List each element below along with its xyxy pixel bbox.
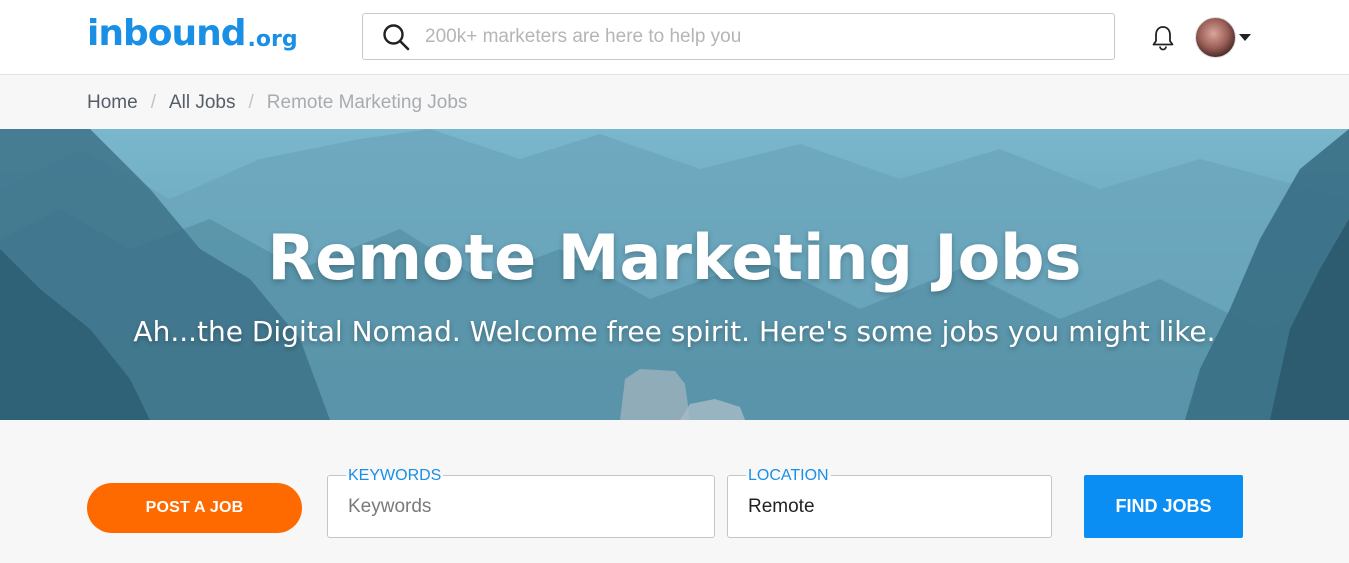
breadcrumb: Home / All Jobs / Remote Marketing Jobs	[0, 76, 1349, 129]
keywords-label: KEYWORDS	[346, 467, 444, 485]
breadcrumb-current: Remote Marketing Jobs	[266, 91, 468, 113]
search-input[interactable]	[425, 16, 1114, 57]
logo-suffix-text: .org	[247, 27, 298, 52]
job-search-filters: POST A JOB KEYWORDS LOCATION FIND JOBS	[0, 420, 1349, 563]
hero-banner: Remote Marketing Jobs Ah...the Digital N…	[0, 129, 1349, 420]
bell-icon[interactable]	[1149, 24, 1177, 52]
keywords-field[interactable]: KEYWORDS	[327, 467, 715, 538]
breadcrumb-home[interactable]: Home	[87, 92, 138, 114]
chevron-down-icon[interactable]	[1239, 34, 1251, 41]
avatar[interactable]	[1195, 17, 1236, 58]
inbound-logo[interactable]: inbound .org	[87, 14, 298, 54]
location-input[interactable]	[748, 490, 1031, 524]
find-jobs-button[interactable]: FIND JOBS	[1084, 475, 1243, 538]
search-bar[interactable]	[362, 13, 1115, 60]
breadcrumb-all-jobs[interactable]: All Jobs	[169, 92, 236, 114]
location-label: LOCATION	[746, 467, 831, 485]
location-field[interactable]: LOCATION	[727, 467, 1052, 538]
breadcrumb-separator: /	[248, 91, 254, 113]
top-navigation-bar: inbound .org	[0, 0, 1349, 75]
page-subtitle: Ah...the Digital Nomad. Welcome free spi…	[133, 315, 1216, 348]
post-job-button[interactable]: POST A JOB	[87, 483, 302, 533]
breadcrumb-separator: /	[150, 91, 156, 113]
search-icon[interactable]	[381, 22, 411, 52]
logo-main-text: inbound	[87, 13, 246, 54]
user-menu[interactable]	[1195, 17, 1251, 58]
keywords-input[interactable]	[348, 490, 694, 524]
page-title: Remote Marketing Jobs	[267, 221, 1082, 294]
